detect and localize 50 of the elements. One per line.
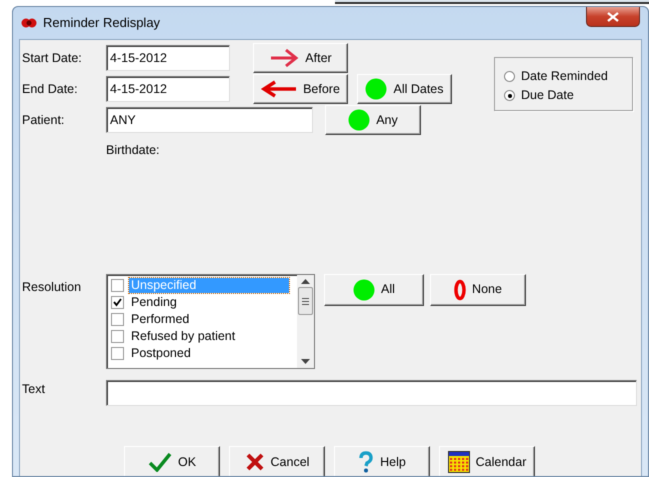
help-button[interactable]: Help [334, 446, 430, 476]
text-field[interactable] [106, 380, 637, 406]
checkbox[interactable] [111, 278, 124, 292]
list-item[interactable]: Refused by patient [129, 328, 238, 344]
checkbox[interactable] [111, 296, 124, 309]
none-button[interactable]: None [430, 274, 526, 306]
before-button[interactable]: Before [253, 74, 348, 104]
list-item[interactable]: Performed [129, 312, 192, 327]
checkbox[interactable] [111, 312, 124, 326]
radio-label: Date Reminded [521, 68, 608, 86]
field-label: Text [22, 380, 46, 398]
text-field[interactable]: 4-15-2012 [106, 76, 230, 102]
ok-button[interactable]: OK [124, 446, 220, 476]
list-item[interactable]: Postponed [129, 346, 193, 361]
window-title: Reminder Redisplay [43, 14, 160, 32]
all-button[interactable]: All [324, 274, 424, 306]
calendar-icon [448, 451, 470, 474]
after-button[interactable]: After [253, 43, 348, 73]
circle-icon [353, 278, 376, 301]
all-dates-button[interactable]: All Dates [357, 74, 452, 104]
field-label: Resolution [22, 278, 82, 296]
checkbox[interactable] [111, 346, 124, 360]
list-item[interactable]: Pending [129, 294, 179, 310]
circle-icon [365, 78, 388, 100]
radio-button[interactable] [504, 71, 515, 82]
text-field[interactable]: 4-15-2012 [106, 45, 230, 71]
field-label: Birthdate: [106, 142, 161, 159]
radio-button[interactable] [504, 90, 515, 101]
check-icon [148, 452, 172, 472]
close-button[interactable] [586, 7, 640, 27]
x-icon [244, 452, 265, 472]
radio-label: Due Date [521, 87, 574, 104]
text-field[interactable]: ANY [106, 107, 313, 133]
circle-icon [348, 109, 370, 131]
right-arrow-icon [269, 48, 300, 68]
close-icon [607, 12, 619, 22]
field-label: Patient: [22, 112, 66, 129]
checkbox[interactable] [111, 330, 124, 343]
calendar-button[interactable]: Calendar [439, 446, 535, 476]
field-label: Start Date: [22, 50, 83, 67]
zero-icon [454, 278, 466, 301]
cancel-button[interactable]: Cancel [229, 446, 325, 476]
scroll-thumb[interactable] [298, 287, 313, 316]
field-label: End Date: [22, 80, 79, 98]
scroll-down-icon [301, 358, 310, 364]
left-arrow-icon [261, 79, 298, 99]
check-mark-icon [113, 298, 122, 307]
any-button[interactable]: Any [325, 105, 421, 135]
question-icon [358, 451, 374, 474]
scroll-up-icon [301, 278, 310, 284]
